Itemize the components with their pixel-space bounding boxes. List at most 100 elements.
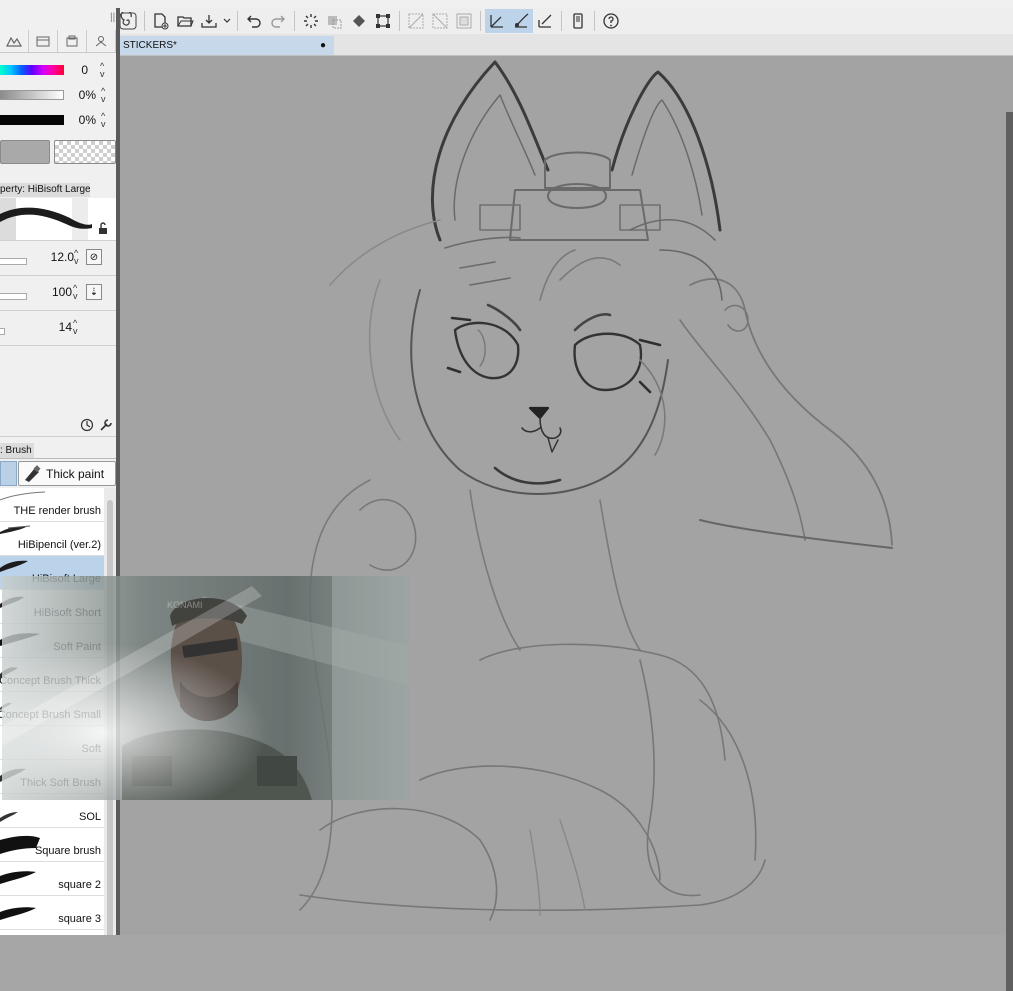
document-tab[interactable]: STICKERS* ● (120, 36, 334, 55)
fill-button[interactable] (347, 9, 371, 33)
new-file-icon (154, 13, 169, 30)
main-color-swatch[interactable] (0, 140, 50, 164)
canvas-right-edge (1006, 112, 1013, 991)
clear-icon (328, 16, 342, 29)
pen-icon (490, 15, 503, 28)
save-button[interactable] (197, 9, 221, 33)
new-file-button[interactable] (149, 9, 173, 33)
tool-property-title: perty: HiBisoft Large (0, 183, 90, 197)
saturation-value: 0% (78, 88, 96, 102)
intermediate-color-tab-icon[interactable] (58, 30, 87, 52)
snap-to-special-ruler-button[interactable] (509, 9, 533, 33)
brush-icon (515, 13, 529, 28)
help-button[interactable] (599, 9, 623, 33)
color-set-tab-icon[interactable] (29, 30, 58, 52)
saturation-spinner-icon[interactable]: ^ v (101, 87, 106, 104)
brush-item-name: Square brush (34, 845, 101, 857)
stabilization-slider[interactable] (0, 328, 5, 335)
similar-color-tab-icon[interactable] (87, 30, 116, 52)
select-icon (408, 13, 424, 29)
saturation-slider[interactable] (0, 90, 64, 100)
brush-size-value: 12.0 (50, 250, 74, 264)
redo-icon (271, 15, 285, 28)
video-watermark: KONAMI (167, 600, 203, 610)
document-tab-title: STICKERS* (123, 40, 177, 51)
brush-item-name: square 3 (58, 913, 101, 925)
canvas[interactable] (120, 56, 1013, 991)
sketch-drawing (299, 60, 893, 921)
stabilization-spinner-icon[interactable]: ^ v (73, 319, 78, 336)
deselect-button[interactable] (428, 9, 452, 33)
transparent-color-swatch[interactable] (54, 140, 116, 164)
paint-tube-icon (25, 464, 41, 482)
transform-icon (376, 14, 390, 28)
smartphone-button[interactable] (566, 9, 590, 33)
brush-item-name: HiBipencil (ver.2) (17, 539, 101, 551)
brush-item[interactable]: square 3 (0, 896, 104, 930)
history-icon[interactable] (80, 418, 94, 432)
pressure-size-icon[interactable]: ⊘ (86, 249, 102, 265)
undo-icon (247, 15, 261, 28)
thick-paint-button[interactable]: Thick paint (18, 461, 116, 486)
spiral-icon (119, 12, 137, 30)
snap-to-grid-button[interactable] (533, 9, 557, 33)
undo-button[interactable] (242, 9, 266, 33)
brush-stroke-preview (0, 871, 36, 884)
ruler-pen-icon (538, 14, 552, 28)
brush-item[interactable]: THE render brush (0, 488, 104, 522)
lock-icon[interactable] (97, 222, 109, 234)
sub-tool-group-prev[interactable] (0, 461, 17, 486)
opacity-pressure-icon[interactable]: ⇣ (86, 284, 102, 300)
overlay-video-frame: KONAMI (2, 576, 410, 800)
brush-item-name: SOL (78, 811, 101, 823)
opacity-spinner-icon[interactable]: ^ v (73, 284, 78, 301)
tool-property-header: perty: HiBisoft Large (0, 182, 116, 199)
brightness-value: 0% (78, 113, 96, 127)
tablet-icon (573, 13, 583, 29)
wrench-icon[interactable] (99, 418, 113, 432)
help-icon (603, 13, 619, 29)
transform-button[interactable] (371, 9, 395, 33)
brightness-slider[interactable] (0, 115, 64, 125)
clear-button[interactable] (299, 9, 323, 33)
deselect-icon (432, 13, 448, 29)
brush-item[interactable]: Square brush (0, 828, 104, 862)
show-selection-button[interactable] (452, 9, 476, 33)
brightness-spinner-icon[interactable]: ^ v (101, 112, 106, 129)
loading-icon (304, 14, 318, 28)
opacity-slider[interactable] (0, 293, 27, 300)
save-icon (201, 15, 217, 28)
color-panel-tabs (0, 30, 116, 53)
sub-tool-header: : Brush (0, 442, 116, 459)
brush-item-name: square 2 (58, 879, 101, 891)
brush-item[interactable]: HiBipencil (ver.2) (0, 522, 104, 556)
color-wheel-tab-icon[interactable] (0, 30, 29, 52)
fill-icon (353, 15, 365, 27)
thick-paint-label: Thick paint (46, 466, 105, 481)
brush-preview (0, 198, 116, 240)
open-folder-icon (177, 16, 194, 27)
brush-stroke-preview (0, 907, 36, 920)
hue-value: 0 (81, 63, 88, 77)
brush-size-slider[interactable] (0, 258, 27, 265)
frame-icon (456, 13, 472, 29)
unsaved-dot-icon: ● (319, 40, 326, 51)
clear-outside-button[interactable] (323, 9, 347, 33)
snap-to-ruler-button[interactable] (485, 9, 509, 33)
open-button[interactable] (173, 9, 197, 33)
document-tab-bar: STICKERS* ● (116, 34, 1013, 56)
invert-selection-button[interactable] (404, 9, 428, 33)
stabilization-value: 14 (58, 320, 72, 334)
opacity-value: 100 (51, 285, 72, 299)
hue-spinner-icon[interactable]: ^ v (100, 62, 105, 79)
hue-slider[interactable] (0, 65, 64, 75)
save-dropdown[interactable] (221, 9, 233, 33)
sub-tool-group-row: Thick paint (0, 460, 116, 486)
video-frame-image: KONAMI (2, 576, 410, 800)
brush-item-name: THE render brush (13, 505, 101, 517)
brush-item[interactable]: square 2 (0, 862, 104, 896)
brush-size-spinner-icon[interactable]: ^ v (74, 249, 79, 266)
redo-button[interactable] (266, 9, 290, 33)
sub-tool-title: : Brush (0, 443, 34, 458)
chevron-down-icon (223, 18, 231, 23)
